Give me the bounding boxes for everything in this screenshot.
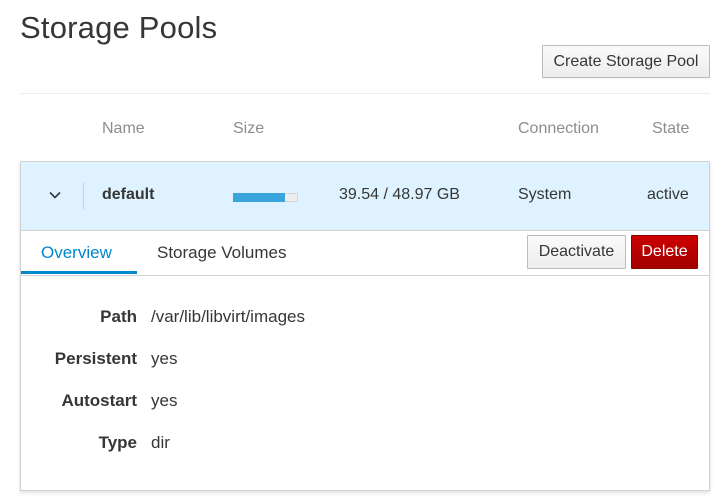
property-value: /var/lib/libvirt/images (151, 307, 305, 326)
usage-progress-fill (233, 193, 285, 202)
property-label: Path (100, 307, 137, 326)
pool-connection: System (518, 186, 572, 203)
tab-storage-volumes[interactable]: Storage Volumes (157, 243, 286, 263)
property-label: Persistent (54, 349, 137, 368)
column-header-name: Name (102, 120, 145, 137)
table-row[interactable]: default 39.54 / 48.97 GB System active (21, 162, 709, 231)
pool-name: default (102, 186, 155, 203)
column-header-state: State (652, 120, 690, 137)
page-title: Storage Pools (20, 10, 218, 45)
property-value: dir (151, 433, 170, 452)
usage-progress-bar (233, 193, 298, 202)
pool-state: active (647, 186, 689, 203)
property-label: Autostart (61, 391, 137, 410)
row-separator (83, 182, 84, 210)
property-value: yes (151, 349, 178, 368)
detail-tabs: Overview Storage Volumes Deactivate Dele… (21, 231, 709, 276)
create-storage-pool-button[interactable]: Create Storage Pool (542, 45, 710, 78)
property-label: Type (98, 433, 137, 452)
tab-active-underline (21, 271, 137, 274)
tab-overview[interactable]: Overview (41, 243, 112, 263)
column-header-connection: Connection (518, 120, 599, 137)
pool-size: 39.54 / 48.97 GB (339, 186, 460, 203)
deactivate-button[interactable]: Deactivate (527, 235, 626, 269)
delete-button[interactable]: Delete (631, 235, 698, 269)
column-header-size: Size (233, 120, 265, 137)
storage-pool-card: default 39.54 / 48.97 GB System active O… (20, 161, 710, 491)
divider (20, 93, 710, 94)
property-value: yes (151, 391, 178, 410)
chevron-down-icon[interactable] (48, 188, 62, 202)
